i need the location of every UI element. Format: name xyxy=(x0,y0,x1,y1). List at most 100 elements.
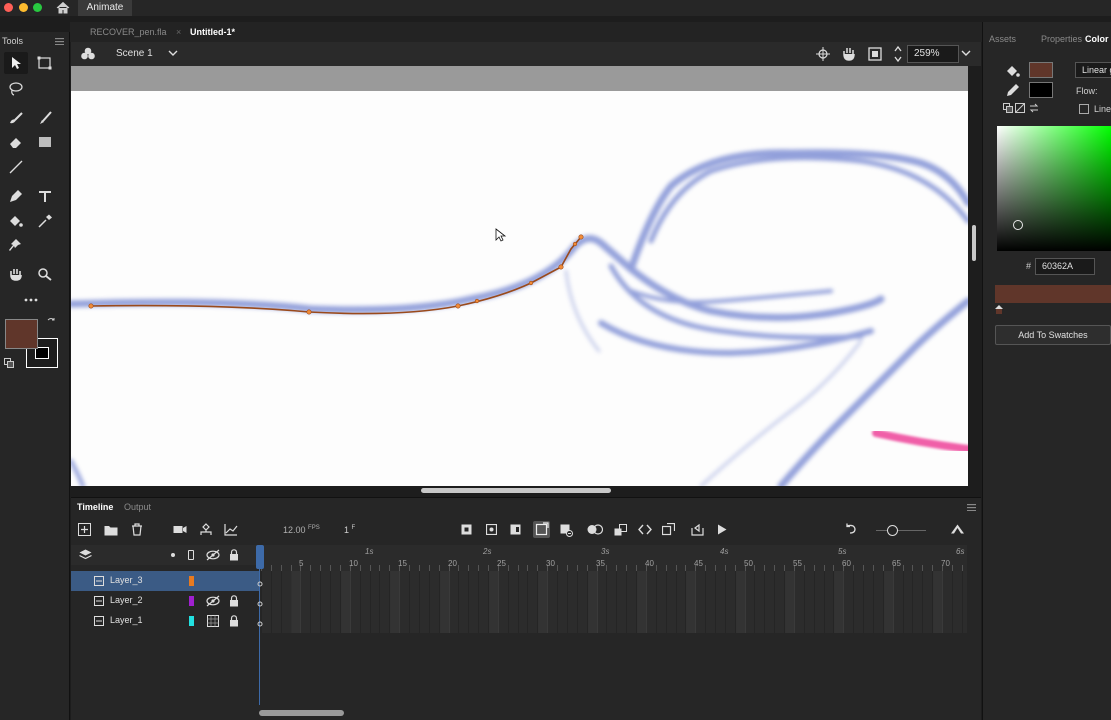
maximize-window-button[interactable] xyxy=(33,3,42,12)
no-color-icon[interactable] xyxy=(1015,103,1025,113)
scene-label[interactable]: Scene 1 xyxy=(116,48,153,59)
onion-skin-icon[interactable] xyxy=(587,524,603,535)
camera-icon[interactable] xyxy=(173,524,187,535)
undo-icon[interactable] xyxy=(844,523,857,535)
current-frame-readout[interactable]: 1 F xyxy=(344,525,355,535)
tab-untitled-1[interactable]: Untitled-1* xyxy=(172,22,256,42)
frame-size-slider-handle[interactable] xyxy=(887,525,898,536)
tab-properties[interactable]: Properties xyxy=(1041,34,1082,44)
color-picker-handle[interactable] xyxy=(1013,220,1023,230)
layer-row-layer-2[interactable]: Layer_2 xyxy=(71,591,259,611)
scene-icon[interactable] xyxy=(81,47,95,60)
loop-playback-icon[interactable] xyxy=(662,523,675,536)
pin-tool-icon[interactable] xyxy=(4,234,28,256)
tab-timeline[interactable]: Timeline xyxy=(77,502,113,512)
hidden-eye-icon[interactable] xyxy=(206,595,220,607)
frames-grid[interactable]: 1s 2s 3s 4s 5s 6s 5 10 15 20 25 30 35 40 45 50 55 6… xyxy=(261,545,967,633)
zoom-input[interactable]: 259% xyxy=(907,45,959,63)
stage-canvas[interactable] xyxy=(71,91,968,486)
selection-tool-icon[interactable] xyxy=(4,52,28,74)
zoom-dropdown-chevron-icon[interactable] xyxy=(961,50,971,57)
layer-name[interactable]: Layer_2 xyxy=(110,595,143,605)
lock-all-icon[interactable] xyxy=(229,549,239,561)
delete-layer-icon[interactable] xyxy=(131,523,143,536)
clip-content-icon[interactable] xyxy=(868,47,882,61)
lasso-tool-icon[interactable] xyxy=(4,78,28,100)
step-frames-icon[interactable] xyxy=(638,524,652,535)
default-colors-icon[interactable] xyxy=(1003,103,1013,113)
eyedropper-tool-icon[interactable] xyxy=(33,210,57,232)
new-folder-icon[interactable] xyxy=(104,524,118,536)
timeline-horizontal-scrollbar[interactable] xyxy=(259,710,344,716)
stroke-pencil-icon[interactable] xyxy=(1005,83,1021,97)
close-window-button[interactable] xyxy=(4,3,13,12)
fps-readout[interactable]: 12.00 FPS xyxy=(283,525,320,535)
linear-rgb-checkbox[interactable] xyxy=(1079,104,1089,114)
rotate-stage-icon[interactable] xyxy=(841,46,857,62)
stage-horizontal-scrollbar[interactable] xyxy=(421,488,611,493)
swap-colors-icon[interactable] xyxy=(1029,103,1039,113)
zoom-tool-icon[interactable] xyxy=(33,263,57,285)
playhead-handle[interactable] xyxy=(256,545,264,569)
edit-multiple-frames-icon[interactable] xyxy=(614,524,627,536)
fill-type-dropdown[interactable]: Linear g xyxy=(1075,62,1111,78)
panel-menu-icon[interactable] xyxy=(55,38,64,45)
stroke-color-chip[interactable] xyxy=(1029,82,1053,98)
layer-color-swatch[interactable] xyxy=(189,596,194,606)
tab-color[interactable]: Color xyxy=(1085,34,1109,44)
insert-frame-icon[interactable] xyxy=(510,524,521,535)
layer-row-layer-3[interactable]: Layer_3 xyxy=(71,571,259,591)
panel-menu-icon[interactable] xyxy=(967,504,976,511)
zoom-stepper-icon[interactable] xyxy=(893,44,903,64)
layer-color-swatch[interactable] xyxy=(189,616,194,626)
home-icon[interactable] xyxy=(56,1,70,14)
add-to-swatches-button[interactable]: Add To Swatches xyxy=(995,325,1111,345)
tab-output[interactable]: Output xyxy=(124,502,151,512)
fit-frames-icon[interactable] xyxy=(951,524,964,534)
highlight-layers-icon[interactable] xyxy=(171,553,175,557)
hand-tool-icon[interactable] xyxy=(4,263,28,285)
remove-frame-icon[interactable] xyxy=(560,524,573,537)
rectangle-tool-icon[interactable] xyxy=(33,131,57,153)
tab-recover-pen[interactable]: RECOVER_pen.fla xyxy=(72,22,172,42)
paint-bucket-tool-icon[interactable] xyxy=(4,210,28,232)
layer-name[interactable]: Layer_1 xyxy=(110,615,143,625)
color-picker-field[interactable] xyxy=(997,126,1111,251)
show-outlines-icon[interactable] xyxy=(188,550,194,560)
gradient-color-bar[interactable] xyxy=(995,285,1111,303)
hide-all-eye-icon[interactable] xyxy=(206,549,220,561)
center-stage-icon[interactable] xyxy=(816,47,830,61)
default-colors-icon[interactable] xyxy=(4,358,14,368)
tab-assets[interactable]: Assets xyxy=(989,34,1016,44)
fill-color-chip[interactable] xyxy=(1029,62,1053,78)
more-tools-icon[interactable] xyxy=(19,289,43,311)
lock-icon[interactable] xyxy=(229,595,239,607)
app-tab[interactable]: Animate xyxy=(78,0,132,16)
insert-classic-tween-button[interactable] xyxy=(533,521,550,538)
fill-color-swatch[interactable] xyxy=(5,319,38,349)
layer-name[interactable]: Layer_3 xyxy=(110,575,143,585)
hex-input[interactable]: 60362A xyxy=(1035,258,1095,275)
play-icon[interactable] xyxy=(717,524,727,535)
minimize-window-button[interactable] xyxy=(19,3,28,12)
layer-parenting-icon[interactable] xyxy=(199,523,213,536)
graph-editor-icon[interactable] xyxy=(224,523,238,536)
new-layer-icon[interactable] xyxy=(78,523,91,536)
brush-tool-icon[interactable] xyxy=(33,107,57,129)
keyframe-marker[interactable] xyxy=(257,579,263,629)
layer-color-swatch[interactable] xyxy=(189,576,194,586)
paint-brush-tool-icon[interactable] xyxy=(4,107,28,129)
stage-vertical-scrollbar[interactable] xyxy=(972,225,976,261)
eraser-tool-icon[interactable] xyxy=(4,131,28,153)
layer-row-layer-1[interactable]: Layer_1 xyxy=(71,611,259,631)
color-stop-icon[interactable] xyxy=(995,305,1003,314)
fill-bucket-icon[interactable] xyxy=(1005,64,1021,78)
scene-dropdown-chevron-icon[interactable] xyxy=(168,50,178,57)
text-tool-icon[interactable] xyxy=(33,185,57,207)
free-transform-tool-icon[interactable] xyxy=(33,52,57,74)
swap-colors-icon[interactable] xyxy=(46,317,56,327)
export-frames-icon[interactable] xyxy=(691,524,704,536)
layers-stack-icon[interactable] xyxy=(79,549,92,561)
pen-tool-icon[interactable] xyxy=(4,185,28,207)
line-tool-icon[interactable] xyxy=(4,156,28,178)
